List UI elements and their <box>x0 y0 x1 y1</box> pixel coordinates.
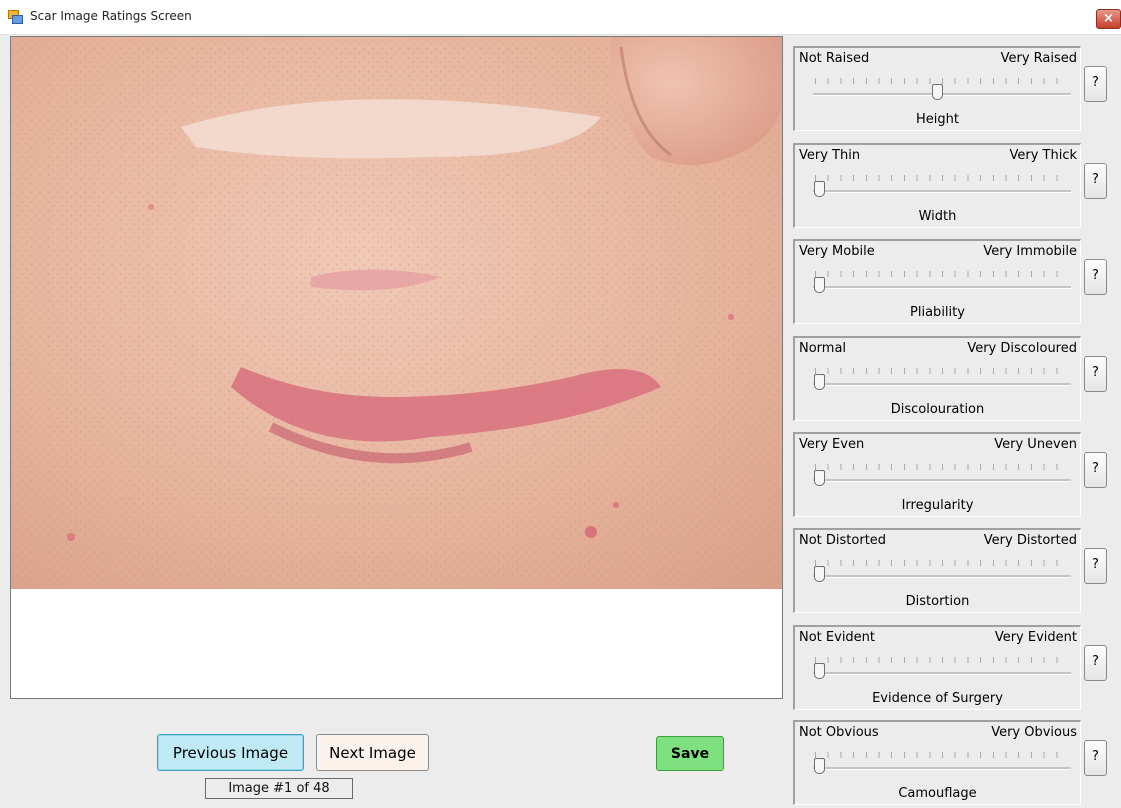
max-label: Very Distorted <box>983 533 1077 548</box>
camouflage-help-button[interactable]: ? <box>1084 740 1107 776</box>
evidence-of-surgery-slider-track[interactable] <box>813 672 1071 675</box>
slider-ticks <box>815 560 1069 566</box>
irregularity-slider-thumb[interactable] <box>814 470 825 486</box>
min-label: Very Thin <box>799 148 861 163</box>
image-counter: Image #1 of 48 <box>205 778 353 799</box>
irregularity-help-button[interactable]: ? <box>1084 452 1107 488</box>
title-bar: Scar Image Ratings Screen × <box>0 0 1121 35</box>
close-icon: × <box>1103 11 1114 26</box>
min-label: Not Obvious <box>799 725 879 740</box>
min-label: Not Distorted <box>799 533 887 548</box>
category-label: Width <box>918 209 957 224</box>
image-viewer <box>10 36 783 699</box>
rating-group-camouflage: Not Obvious Very Obvious Camouflage <box>793 720 1081 805</box>
width-slider-thumb[interactable] <box>814 181 825 197</box>
max-label: Very Thick <box>1009 148 1077 163</box>
category-label: Pliability <box>910 305 965 320</box>
distortion-help-button[interactable]: ? <box>1084 548 1107 584</box>
help-icon: ? <box>1092 172 1099 187</box>
irregularity-slider-track[interactable] <box>813 479 1071 482</box>
min-label: Very Even <box>799 437 865 452</box>
rating-group-width: Very Thin Very Thick Width <box>793 143 1081 228</box>
rating-group-distortion: Not Distorted Very Distorted Distortion <box>793 528 1081 613</box>
evidence-of-surgery-help-button[interactable]: ? <box>1084 645 1107 681</box>
discolouration-slider-track[interactable] <box>813 383 1071 386</box>
category-label: Irregularity <box>901 498 974 513</box>
height-slider-thumb[interactable] <box>932 84 944 100</box>
rating-group-irregularity: Very Even Very Uneven Irregularity <box>793 432 1081 517</box>
pliability-help-button[interactable]: ? <box>1084 259 1107 295</box>
slider-ticks <box>815 175 1069 181</box>
min-label: Very Mobile <box>799 244 875 259</box>
category-label: Height <box>916 112 959 127</box>
category-label: Distortion <box>905 594 970 609</box>
app-window-icon <box>8 10 23 24</box>
camouflage-slider-track[interactable] <box>813 767 1071 770</box>
width-slider-track[interactable] <box>813 190 1071 193</box>
window-title: Scar Image Ratings Screen <box>30 9 192 23</box>
help-icon: ? <box>1092 75 1099 90</box>
category-label: Camouflage <box>898 786 977 801</box>
height-help-button[interactable]: ? <box>1084 66 1107 102</box>
scar-photo <box>11 37 782 589</box>
help-icon: ? <box>1092 365 1099 380</box>
distortion-slider-thumb[interactable] <box>814 566 825 582</box>
max-label: Very Immobile <box>983 244 1077 259</box>
pliability-slider-thumb[interactable] <box>814 277 825 293</box>
rating-group-discolouration: Normal Very Discoloured Discolouration <box>793 336 1081 421</box>
rating-group-height: Not Raised Very Raised Height <box>793 46 1081 131</box>
help-icon: ? <box>1092 557 1099 572</box>
slider-ticks <box>815 271 1069 277</box>
discolouration-slider-thumb[interactable] <box>814 374 825 390</box>
help-icon: ? <box>1092 268 1099 283</box>
slider-ticks <box>815 752 1069 758</box>
slider-ticks <box>815 657 1069 663</box>
slider-ticks <box>815 464 1069 470</box>
max-label: Very Discoloured <box>967 341 1077 356</box>
min-label: Not Raised <box>799 51 870 66</box>
max-label: Very Uneven <box>994 437 1077 452</box>
close-button[interactable]: × <box>1096 9 1121 29</box>
category-label: Discolouration <box>890 402 985 417</box>
discolouration-help-button[interactable]: ? <box>1084 356 1107 392</box>
min-label: Normal <box>799 341 847 356</box>
next-image-button[interactable]: Next Image <box>316 734 429 771</box>
pliability-slider-track[interactable] <box>813 286 1071 289</box>
save-button[interactable]: Save <box>656 736 724 771</box>
help-icon: ? <box>1092 749 1099 764</box>
slider-ticks <box>815 78 1069 84</box>
rating-group-evidence-of-surgery: Not Evident Very Evident Evidence of Sur… <box>793 625 1081 710</box>
distortion-slider-track[interactable] <box>813 575 1071 578</box>
previous-image-button[interactable]: Previous Image <box>157 734 304 771</box>
width-help-button[interactable]: ? <box>1084 163 1107 199</box>
max-label: Very Obvious <box>991 725 1077 740</box>
max-label: Very Raised <box>1000 51 1077 66</box>
max-label: Very Evident <box>994 630 1077 645</box>
camouflage-slider-thumb[interactable] <box>814 758 825 774</box>
evidence-of-surgery-slider-thumb[interactable] <box>814 663 825 679</box>
slider-ticks <box>815 368 1069 374</box>
help-icon: ? <box>1092 654 1099 669</box>
rating-group-pliability: Very Mobile Very Immobile Pliability <box>793 239 1081 324</box>
help-icon: ? <box>1092 461 1099 476</box>
category-label: Evidence of Surgery <box>872 691 1003 706</box>
min-label: Not Evident <box>799 630 876 645</box>
